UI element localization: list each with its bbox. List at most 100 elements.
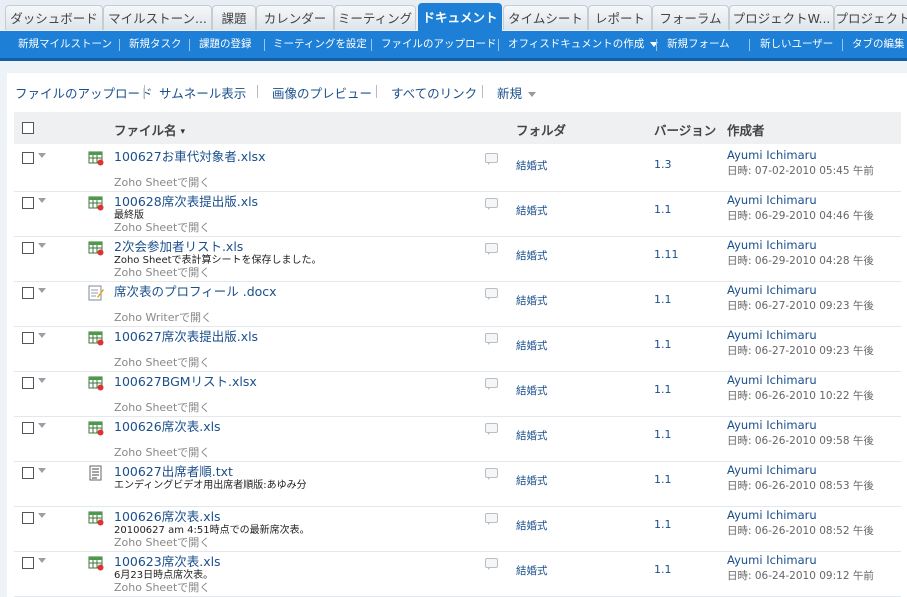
row-checkbox[interactable] (22, 422, 34, 434)
comment-icon[interactable] (485, 198, 498, 210)
row-checkbox[interactable] (22, 377, 34, 389)
folder-link[interactable]: 結婚式 (516, 473, 548, 488)
open-with-link[interactable]: Zoho Sheetで開く (114, 174, 210, 190)
tab-project-w[interactable]: プロジェクトW... (729, 5, 834, 30)
version-link[interactable]: 1.1 (654, 383, 672, 396)
file-name-link[interactable]: 100626席次表.xls (114, 416, 221, 435)
row-checkbox[interactable] (22, 152, 34, 164)
folder-link[interactable]: 結婚式 (516, 383, 548, 398)
edit-tabs-link[interactable]: タブの編集 (852, 31, 905, 58)
file-name-link[interactable]: 席次表のプロフィール .docx (114, 281, 277, 300)
comment-icon[interactable] (485, 243, 498, 255)
tab-meetings[interactable]: ミーティング (334, 5, 416, 30)
version-link[interactable]: 1.1 (654, 473, 672, 486)
tab-dashboard[interactable]: ダッシュボード (5, 5, 103, 30)
tab-forums[interactable]: フォーラム (652, 5, 729, 30)
author-link[interactable]: Ayumi Ichimaru (727, 553, 817, 567)
folder-link[interactable]: 結婚式 (516, 248, 548, 263)
version-link[interactable]: 1.1 (654, 293, 672, 306)
row-checkbox[interactable] (22, 557, 34, 569)
new-menu-button[interactable]: 新規 (497, 83, 537, 102)
tab-calendar[interactable]: カレンダー (256, 5, 334, 30)
tab-documents[interactable]: ドキュメント (418, 3, 502, 31)
open-with-link[interactable]: Zoho Writerで開く (114, 309, 212, 325)
new-task-link[interactable]: 新規タスク (129, 31, 182, 58)
tab-timesheet[interactable]: タイムシート (503, 5, 588, 30)
row-menu-chevron-icon[interactable] (38, 513, 46, 518)
folder-link[interactable]: 結婚式 (516, 428, 548, 443)
comment-icon[interactable] (485, 468, 498, 480)
column-header-version[interactable]: バージョン (654, 120, 716, 139)
new-form-link[interactable]: 新規フォーム (667, 31, 730, 58)
schedule-meeting-link[interactable]: ミーティングを設定 (273, 31, 367, 58)
row-menu-chevron-icon[interactable] (38, 153, 46, 158)
author-link[interactable]: Ayumi Ichimaru (727, 373, 817, 387)
file-name-link[interactable]: 100627BGMリスト.xlsx (114, 371, 257, 390)
row-menu-chevron-icon[interactable] (38, 243, 46, 248)
column-header-name[interactable]: ファイル名 ▾ (114, 120, 185, 139)
create-office-doc-menu[interactable]: オフィスドキュメントの作成 (508, 31, 659, 58)
row-checkbox[interactable] (22, 197, 34, 209)
add-issue-link[interactable]: 課題の登録 (199, 31, 252, 58)
version-link[interactable]: 1.11 (654, 248, 679, 261)
folder-link[interactable]: 結婚式 (516, 563, 548, 578)
tab-milestones[interactable]: マイルストーン... (103, 5, 212, 30)
version-link[interactable]: 1.3 (654, 158, 672, 171)
folder-link[interactable]: 結婚式 (516, 518, 548, 533)
select-all-checkbox[interactable] (22, 122, 34, 134)
version-link[interactable]: 1.1 (654, 203, 672, 216)
comment-icon[interactable] (485, 378, 498, 390)
folder-link[interactable]: 結婚式 (516, 158, 548, 173)
row-checkbox[interactable] (22, 332, 34, 344)
open-with-link[interactable]: Zoho Sheetで開く (114, 399, 210, 415)
open-with-link[interactable]: Zoho Sheetで開く (114, 444, 210, 460)
open-with-link[interactable]: Zoho Sheetで開く (114, 264, 210, 280)
upload-file-button[interactable]: ファイルのアップロード (15, 83, 153, 102)
tab-reports[interactable]: レポート (588, 5, 652, 30)
comment-icon[interactable] (485, 333, 498, 345)
row-menu-chevron-icon[interactable] (38, 558, 46, 563)
all-links-button[interactable]: すべてのリンク (391, 83, 477, 102)
comment-icon[interactable] (485, 513, 498, 525)
row-checkbox[interactable] (22, 242, 34, 254)
folder-link[interactable]: 結婚式 (516, 293, 548, 308)
author-link[interactable]: Ayumi Ichimaru (727, 148, 817, 162)
row-checkbox[interactable] (22, 512, 34, 524)
author-link[interactable]: Ayumi Ichimaru (727, 283, 817, 297)
author-link[interactable]: Ayumi Ichimaru (727, 508, 817, 522)
row-checkbox[interactable] (22, 287, 34, 299)
open-with-link[interactable]: Zoho Sheetで開く (114, 534, 210, 550)
author-link[interactable]: Ayumi Ichimaru (727, 193, 817, 207)
folder-link[interactable]: 結婚式 (516, 203, 548, 218)
upload-file-link[interactable]: ファイルのアップロード (381, 31, 497, 58)
tab-project[interactable]: プロジェクト (834, 5, 907, 30)
author-link[interactable]: Ayumi Ichimaru (727, 238, 817, 252)
file-name-link[interactable]: 100627お車代対象者.xlsx (114, 146, 265, 165)
row-menu-chevron-icon[interactable] (38, 198, 46, 203)
version-link[interactable]: 1.1 (654, 338, 672, 351)
row-menu-chevron-icon[interactable] (38, 423, 46, 428)
open-with-link[interactable]: Zoho Sheetで開く (114, 219, 210, 235)
comment-icon[interactable] (485, 288, 498, 300)
column-header-author[interactable]: 作成者 (727, 120, 765, 139)
version-link[interactable]: 1.1 (654, 428, 672, 441)
row-menu-chevron-icon[interactable] (38, 333, 46, 338)
comment-icon[interactable] (485, 558, 498, 570)
open-with-link[interactable]: Zoho Sheetで開く (114, 354, 210, 370)
image-preview-button[interactable]: 画像のプレビュー (272, 83, 372, 102)
version-link[interactable]: 1.1 (654, 563, 672, 576)
author-link[interactable]: Ayumi Ichimaru (727, 463, 817, 477)
new-user-link[interactable]: 新しいユーザー (760, 31, 833, 58)
author-link[interactable]: Ayumi Ichimaru (727, 418, 817, 432)
column-header-folder[interactable]: フォルダ (516, 120, 566, 139)
new-milestone-link[interactable]: 新規マイルストーン (18, 31, 112, 58)
folder-link[interactable]: 結婚式 (516, 338, 548, 353)
row-menu-chevron-icon[interactable] (38, 378, 46, 383)
comment-icon[interactable] (485, 153, 498, 165)
row-checkbox[interactable] (22, 467, 34, 479)
open-with-link[interactable]: Zoho Sheetで開く (114, 579, 210, 595)
tab-issues[interactable]: 課題 (212, 5, 256, 30)
comment-icon[interactable] (485, 423, 498, 435)
row-menu-chevron-icon[interactable] (38, 288, 46, 293)
file-name-link[interactable]: 100627席次表提出版.xls (114, 326, 258, 345)
